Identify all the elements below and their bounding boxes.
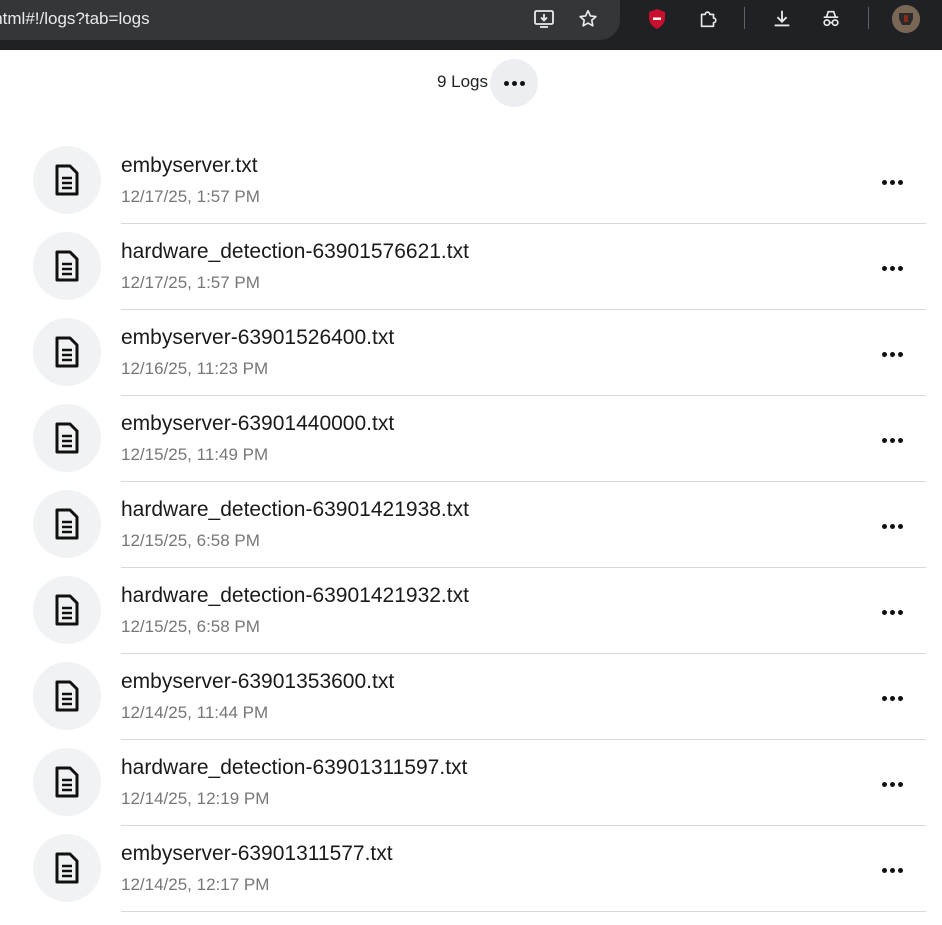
log-file-name[interactable]: hardware_detection-63901311597.txt: [121, 756, 467, 780]
log-file-name[interactable]: hardware_detection-63901421932.txt: [121, 584, 469, 608]
log-file-name[interactable]: hardware_detection-63901576621.txt: [121, 240, 469, 264]
incognito-icon[interactable]: [817, 6, 845, 32]
more-horizontal-icon: [881, 437, 903, 443]
log-options-button[interactable]: [866, 160, 918, 204]
log-file-name[interactable]: embyserver-63901311577.txt: [121, 842, 393, 866]
log-options-button[interactable]: [866, 848, 918, 892]
log-options-button[interactable]: [866, 332, 918, 376]
log-file-name[interactable]: embyserver-63901353600.txt: [121, 670, 394, 694]
log-list-item[interactable]: embyserver-63901526400.txt 12/16/25, 11:…: [0, 310, 942, 396]
url-text[interactable]: x.html#!/logs?tab=logs: [0, 9, 150, 29]
downloads-icon[interactable]: [768, 6, 796, 32]
logs-count: 9 Logs: [436, 72, 488, 91]
logs-list: embyserver.txt 12/17/25, 1:57 PM hardwar…: [0, 138, 942, 912]
shield-extension-icon[interactable]: [643, 6, 671, 32]
log-file-date: 12/16/25, 11:23 PM: [121, 359, 269, 378]
log-file-date: 12/15/25, 6:58 PM: [121, 617, 260, 636]
log-options-button[interactable]: [866, 246, 918, 290]
log-file-date: 12/17/25, 1:57 PM: [121, 273, 260, 292]
file-icon: [33, 662, 101, 730]
more-horizontal-icon: [881, 523, 903, 529]
browser-toolbar: x.html#!/logs?tab=logs: [0, 0, 942, 50]
log-file-date: 12/17/25, 1:57 PM: [121, 187, 260, 206]
toolbar-separator: [868, 7, 869, 29]
file-icon: [33, 834, 101, 902]
more-horizontal-icon: [881, 179, 903, 185]
log-file-date: 12/14/25, 12:19 PM: [121, 789, 270, 808]
profile-avatar[interactable]: [892, 5, 920, 33]
extensions-puzzle-icon[interactable]: [694, 6, 722, 32]
install-app-icon[interactable]: [530, 6, 558, 32]
log-list-item[interactable]: hardware_detection-63901576621.txt 12/17…: [0, 224, 942, 310]
log-file-date: 12/15/25, 11:49 PM: [121, 445, 269, 464]
log-list-item[interactable]: embyserver.txt 12/17/25, 1:57 PM: [0, 138, 942, 224]
log-list-item[interactable]: embyserver-63901440000.txt 12/15/25, 11:…: [0, 396, 942, 482]
log-list-item[interactable]: hardware_detection-63901311597.txt 12/14…: [0, 740, 942, 826]
log-options-button[interactable]: [866, 676, 918, 720]
log-list-item[interactable]: hardware_detection-63901421932.txt 12/15…: [0, 568, 942, 654]
log-file-name[interactable]: embyserver-63901526400.txt: [121, 326, 394, 350]
more-horizontal-icon: [881, 609, 903, 615]
logs-header: 9 Logs: [0, 50, 942, 120]
log-options-button[interactable]: [866, 762, 918, 806]
log-file-date: 12/14/25, 12:17 PM: [121, 875, 270, 894]
file-icon: [33, 748, 101, 816]
log-file-name[interactable]: embyserver-63901440000.txt: [121, 412, 394, 436]
log-file-date: 12/15/25, 6:58 PM: [121, 531, 260, 550]
log-list-item[interactable]: embyserver-63901353600.txt 12/14/25, 11:…: [0, 654, 942, 740]
more-horizontal-icon: [881, 351, 903, 357]
log-list-item[interactable]: embyserver-63901311577.txt 12/14/25, 12:…: [0, 826, 942, 912]
log-options-button[interactable]: [866, 590, 918, 634]
more-horizontal-icon: [881, 265, 903, 271]
more-horizontal-icon: [881, 781, 903, 787]
log-file-name[interactable]: hardware_detection-63901421938.txt: [121, 498, 469, 522]
more-horizontal-icon: [503, 80, 525, 86]
log-list-item[interactable]: hardware_detection-63901421938.txt 12/15…: [0, 482, 942, 568]
file-icon: [33, 318, 101, 386]
toolbar-separator: [744, 7, 745, 29]
file-icon: [33, 146, 101, 214]
file-icon: [33, 576, 101, 644]
file-icon: [33, 232, 101, 300]
file-icon: [33, 404, 101, 472]
more-horizontal-icon: [881, 867, 903, 873]
bookmark-star-icon[interactable]: [574, 6, 602, 32]
more-horizontal-icon: [881, 695, 903, 701]
log-options-button[interactable]: [866, 504, 918, 548]
log-file-name[interactable]: embyserver.txt: [121, 154, 258, 178]
address-bar[interactable]: x.html#!/logs?tab=logs: [0, 0, 620, 40]
log-file-date: 12/14/25, 11:44 PM: [121, 703, 269, 722]
row-divider: [121, 911, 926, 912]
file-icon: [33, 490, 101, 558]
more-options-button[interactable]: [490, 59, 538, 107]
log-options-button[interactable]: [866, 418, 918, 462]
